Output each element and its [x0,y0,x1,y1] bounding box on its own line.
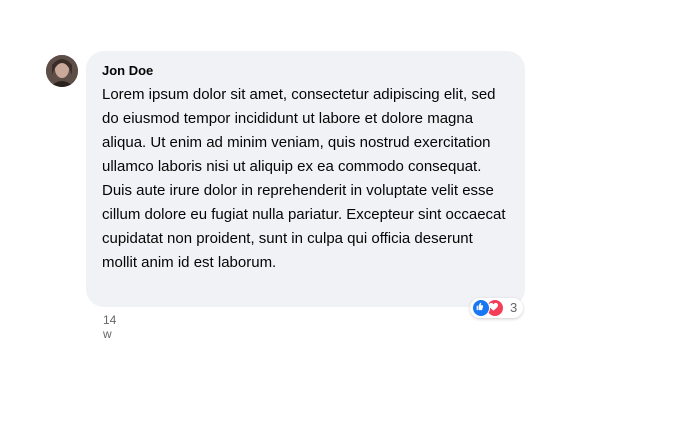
reaction-count: 3 [510,300,518,315]
avatar[interactable] [46,55,78,87]
like-icon [472,299,490,317]
reactions-summary[interactable]: 3 [470,298,524,318]
comment-timestamp[interactable]: 14 w [103,313,116,341]
comment-bubble: Jon Doe Lorem ipsum dolor sit amet, cons… [86,51,525,307]
comment-author[interactable]: Jon Doe [102,63,153,79]
comment-text: Lorem ipsum dolor sit amet, consectetur … [102,86,506,271]
